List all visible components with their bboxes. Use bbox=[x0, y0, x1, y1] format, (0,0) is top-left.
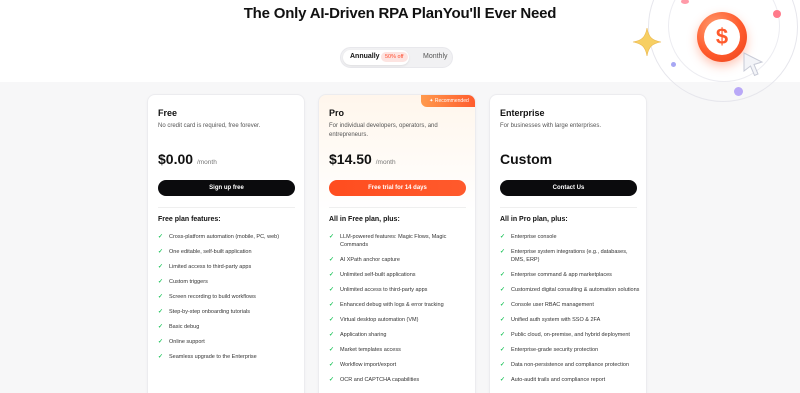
purple-dot-decoration bbox=[734, 87, 743, 96]
check-icon: ✓ bbox=[500, 316, 506, 323]
check-icon: ✓ bbox=[500, 376, 506, 383]
feature-item: ✓ Virtual desktop automation (VM) bbox=[329, 316, 419, 323]
check-icon: ✓ bbox=[500, 271, 506, 278]
plan-price: Custom bbox=[500, 151, 553, 167]
feature-item: ✓ Unlimited self-built applications bbox=[329, 271, 416, 278]
feature-list: ✓ Cross-platform automation (mobile, PC, … bbox=[158, 234, 298, 369]
divider bbox=[500, 207, 637, 208]
check-icon: ✓ bbox=[500, 346, 506, 353]
feature-item: ✓ AI XPath anchor capture bbox=[329, 256, 400, 263]
feature-item: ✓ Enterprise-grade security protection bbox=[500, 346, 599, 353]
plan-name: Free bbox=[158, 108, 178, 118]
feature-item: ✓ Basic debug bbox=[158, 324, 200, 330]
feature-item: ✓ LLM-powered features: Magic Flows, Magi… bbox=[329, 234, 447, 248]
plan-description: For individual developers, operators, an… bbox=[329, 123, 438, 138]
check-icon: ✓ bbox=[158, 294, 164, 300]
feature-item: ✓ Data non-persistence and compliance pro… bbox=[500, 361, 630, 368]
check-icon: ✓ bbox=[329, 361, 335, 368]
divider bbox=[329, 207, 466, 208]
check-icon: ✓ bbox=[329, 271, 335, 278]
purple-dot-decoration bbox=[671, 62, 676, 67]
check-icon: ✓ bbox=[329, 301, 335, 308]
check-icon: ✓ bbox=[500, 301, 506, 308]
check-icon: ✓ bbox=[158, 264, 164, 270]
check-icon: ✓ bbox=[329, 346, 335, 353]
check-icon: ✓ bbox=[158, 234, 164, 240]
check-icon: ✓ bbox=[158, 339, 164, 345]
divider bbox=[158, 207, 295, 208]
sparkle-icon bbox=[632, 27, 662, 57]
check-icon: ✓ bbox=[500, 234, 506, 240]
pro-plan-card: ✦ Recommended Pro For individual develop… bbox=[318, 94, 476, 393]
check-icon: ✓ bbox=[158, 324, 164, 330]
check-icon: ✓ bbox=[500, 249, 506, 255]
feature-item: ✓ Application sharing bbox=[329, 331, 387, 338]
feature-item: ✓ Workflow import/export bbox=[329, 361, 397, 368]
check-icon: ✓ bbox=[329, 286, 335, 293]
contact-us-button[interactable]: Contact Us bbox=[500, 180, 637, 196]
plan-name: Enterprise bbox=[500, 108, 545, 118]
check-icon: ✓ bbox=[158, 309, 164, 315]
feature-item: ✓ Cross-platform automation (mobile, PC, … bbox=[158, 234, 280, 240]
feature-item: ✓ Limited access to third-party apps bbox=[158, 264, 252, 270]
features-title: All in Free plan, plus: bbox=[329, 216, 400, 223]
billing-period-toggle[interactable]: Annually 50% off Monthly bbox=[340, 47, 453, 68]
feature-item: ✓ Unified auth system with SSO & 2FA bbox=[500, 316, 601, 323]
feature-item: ✓ Auto-audit trails and compliance report bbox=[500, 376, 606, 383]
check-icon: ✓ bbox=[329, 316, 335, 323]
check-icon: ✓ bbox=[329, 234, 335, 240]
feature-item: ✓ Customized digital consulting & automat… bbox=[500, 286, 640, 293]
annually-label: Annually bbox=[350, 53, 380, 60]
sign-up-free-button[interactable]: Sign up free bbox=[158, 180, 295, 196]
feature-item: ✓ Enhanced debug with logs & error tracki… bbox=[329, 301, 444, 308]
feature-item: ✓ Enterprise console bbox=[500, 234, 557, 240]
feature-item: ✓ Enterprise system integrations (e.g., d… bbox=[500, 249, 628, 263]
plan-description: For businesses with large enterprises. bbox=[500, 123, 602, 129]
check-icon: ✓ bbox=[158, 354, 164, 360]
plan-name: Pro bbox=[329, 108, 345, 118]
features-title: Free plan features: bbox=[158, 216, 221, 223]
discount-badge: 50% off bbox=[381, 52, 408, 62]
feature-item: ✓ Market templates access bbox=[329, 346, 401, 353]
monthly-option[interactable]: Monthly bbox=[423, 53, 448, 60]
recommended-badge: ✦ Recommended bbox=[421, 95, 475, 107]
feature-item: ✓ Seamless upgrade to the Enterprise bbox=[158, 354, 257, 360]
feature-item: ✓ Console user RBAC management bbox=[500, 301, 594, 308]
check-icon: ✓ bbox=[329, 256, 335, 263]
features-title: All in Pro plan, plus: bbox=[500, 216, 568, 223]
check-icon: ✓ bbox=[500, 331, 506, 338]
check-icon: ✓ bbox=[329, 331, 335, 338]
feature-item: ✓ Enterprise command & app marketplaces bbox=[500, 271, 612, 278]
feature-item: ✓ Custom triggers bbox=[158, 279, 208, 285]
feature-item: ✓ OCR and CAPTCHA capabilities bbox=[329, 376, 420, 383]
plan-price: $0.00 /month bbox=[158, 151, 217, 167]
enterprise-plan-card: Enterprise For businesses with large ent… bbox=[489, 94, 647, 393]
free-plan-card: Free No credit card is required, free fo… bbox=[147, 94, 305, 393]
feature-item: ✓ Online support bbox=[158, 339, 205, 345]
check-icon: ✓ bbox=[500, 286, 506, 293]
feature-list: ✓ LLM-powered features: Magic Flows, Magi… bbox=[329, 234, 469, 392]
check-icon: ✓ bbox=[158, 279, 164, 285]
free-trial-button[interactable]: Free trial for 14 days bbox=[329, 180, 466, 196]
plan-description: No credit card is required, free forever… bbox=[158, 123, 261, 129]
feature-item: ✓ Public cloud, on-premise, and hybrid de… bbox=[500, 331, 630, 338]
check-icon: ✓ bbox=[500, 361, 506, 368]
feature-item: ✓ Screen recording to build workflows bbox=[158, 294, 256, 300]
feature-item: ✓ Step-by-step onboarding tutorials bbox=[158, 309, 251, 315]
pink-dot-decoration bbox=[773, 10, 781, 18]
feature-item: ✓ One editable, self-built application bbox=[158, 249, 252, 255]
cursor-icon bbox=[743, 52, 764, 77]
check-icon: ✓ bbox=[329, 376, 335, 383]
feature-item: ✓ Unlimited access to third-party apps bbox=[329, 286, 428, 293]
check-icon: ✓ bbox=[158, 249, 164, 255]
plan-price: $14.50 /month bbox=[329, 151, 396, 167]
feature-list: ✓ Enterprise console ✓ Enterprise system i… bbox=[500, 234, 640, 392]
